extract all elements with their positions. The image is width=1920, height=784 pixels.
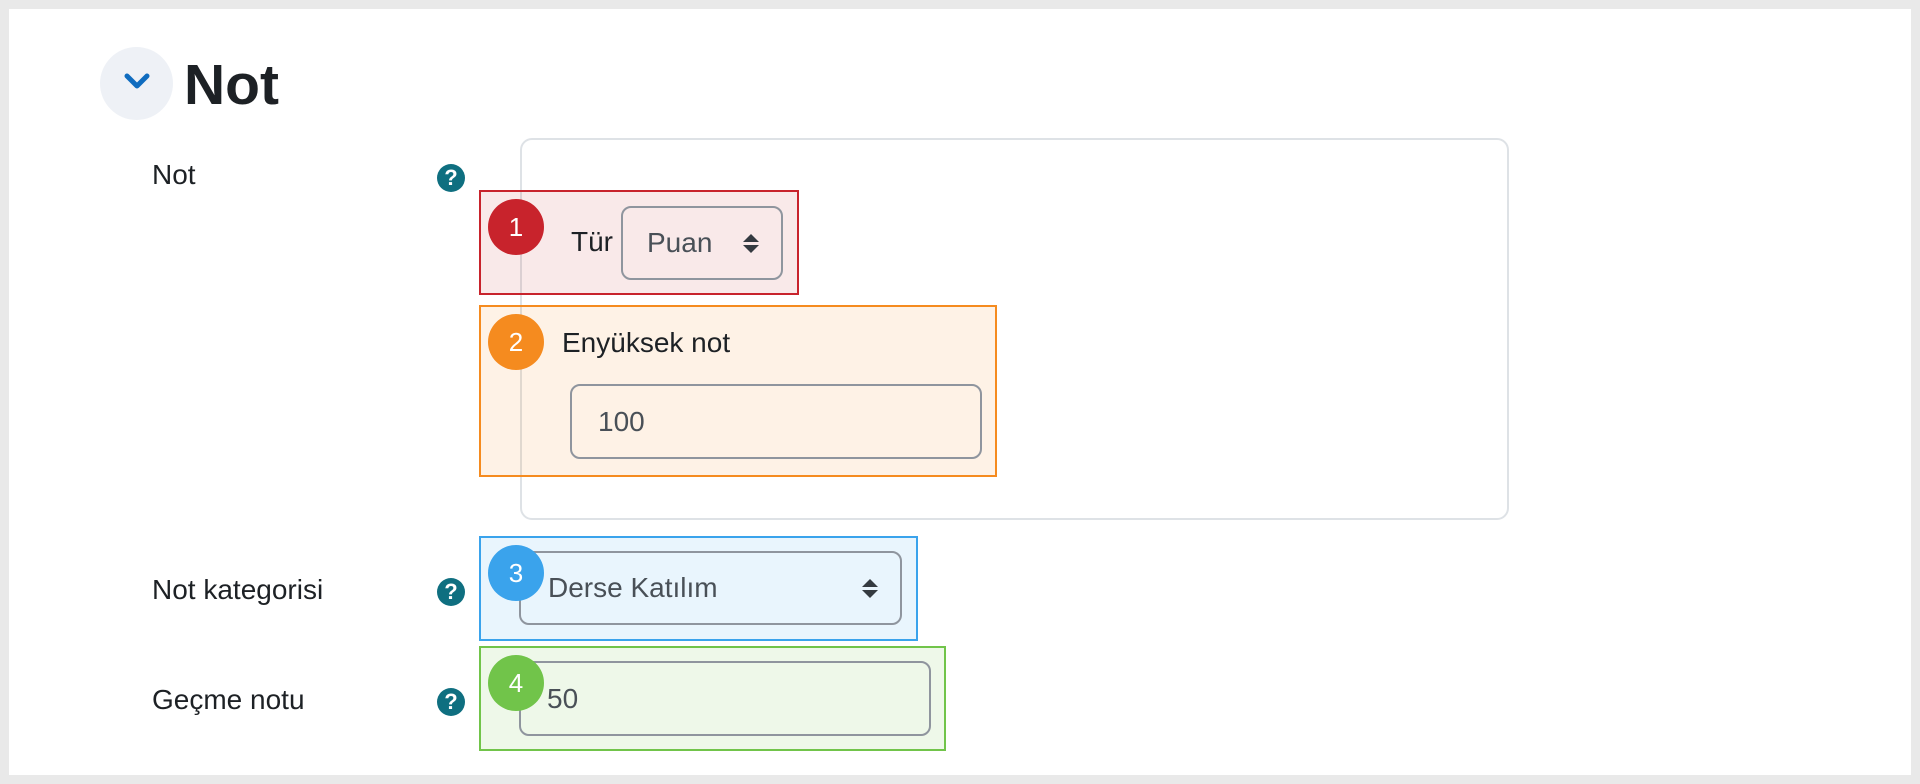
annotation-badge-3: 3 <box>488 545 544 601</box>
collapse-toggle-button[interactable] <box>100 47 173 120</box>
grade-type-value: Puan <box>647 227 713 258</box>
max-grade-label: Enyüksek not <box>562 327 731 358</box>
question-circle-icon[interactable]: ? <box>437 578 465 606</box>
pass-grade-label: Geçme notu <box>152 684 305 715</box>
select-arrows-icon <box>862 578 878 598</box>
annotation-badge-2: 2 <box>488 314 544 370</box>
grade-type-select[interactable]: Puan <box>621 206 783 280</box>
grade-label: Not <box>152 159 196 190</box>
annotation-badge-4: 4 <box>488 655 544 711</box>
grade-type-label: Tür <box>571 226 613 257</box>
max-grade-input[interactable] <box>570 384 982 459</box>
question-circle-icon[interactable]: ? <box>437 688 465 716</box>
grade-category-select[interactable]: Derse Katılım <box>519 551 902 625</box>
grade-category-value: Derse Katılım <box>548 572 718 603</box>
section-title: Not <box>184 53 279 117</box>
chevron-down-icon <box>123 71 151 96</box>
pass-grade-input[interactable] <box>519 661 931 736</box>
annotation-badge-1: 1 <box>488 199 544 255</box>
question-circle-icon[interactable]: ? <box>437 164 465 192</box>
select-arrows-icon <box>743 233 759 253</box>
grade-category-label: Not kategorisi <box>152 574 324 605</box>
